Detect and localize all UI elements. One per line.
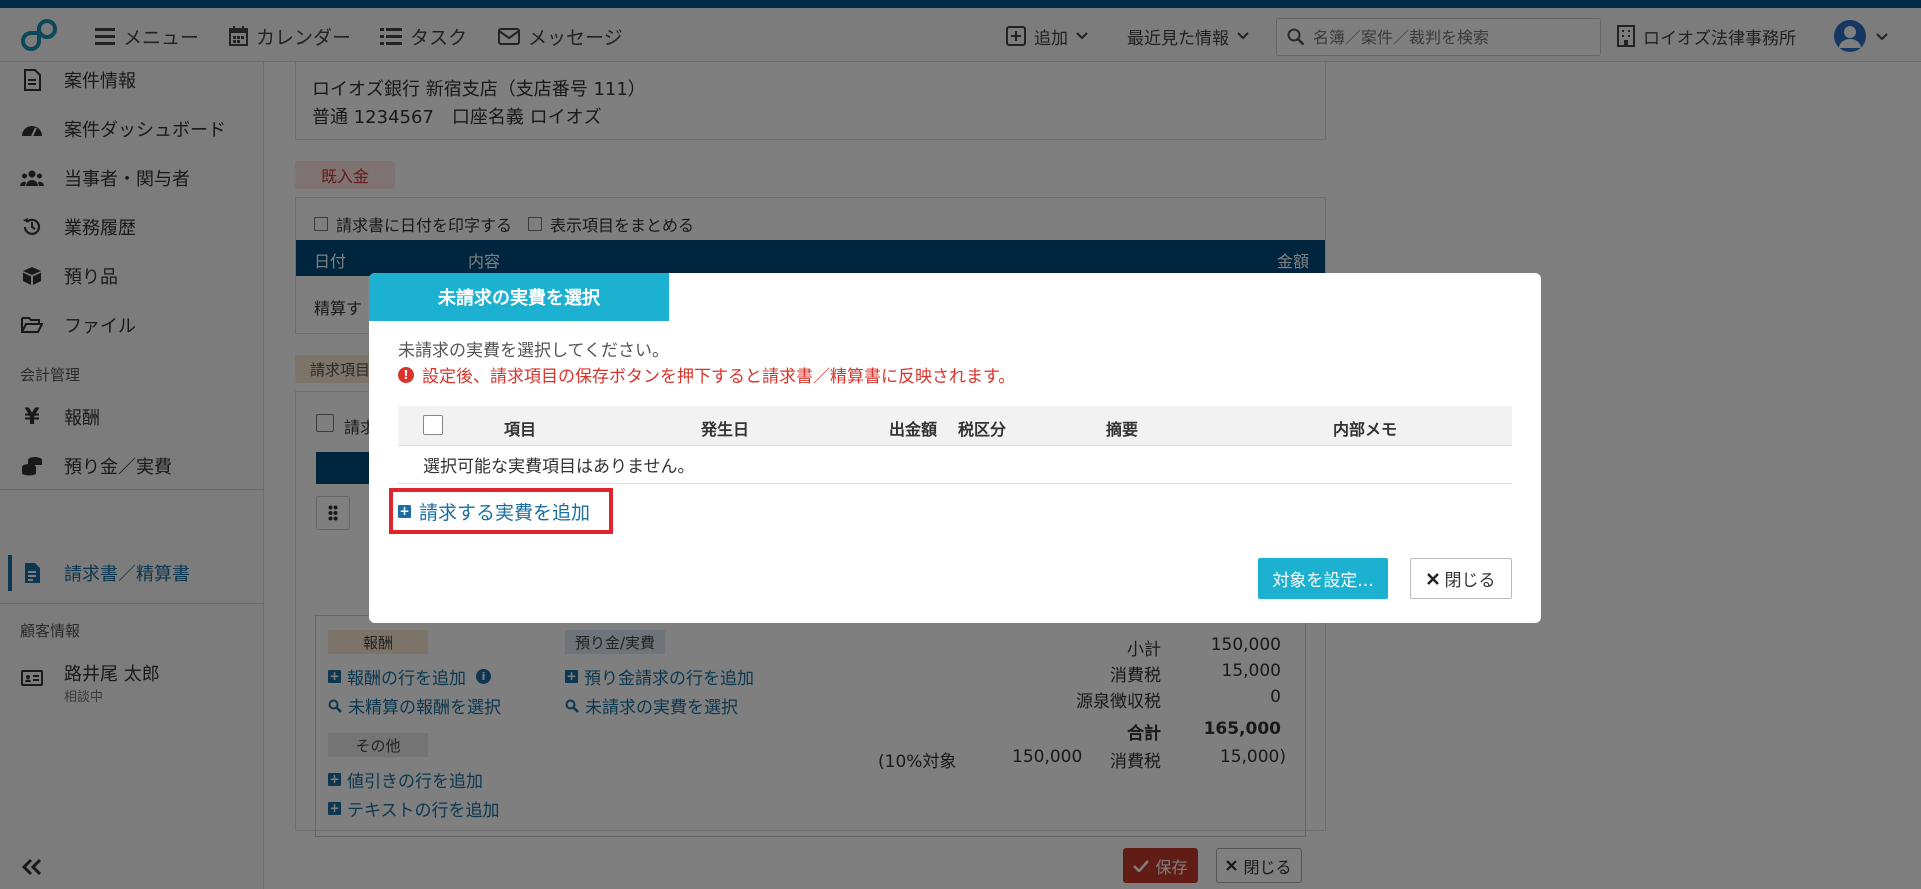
col-amount: 出金額 bbox=[889, 420, 938, 439]
plus-square-icon: + bbox=[398, 503, 411, 518]
modal-close-label: 閉じる bbox=[1444, 571, 1496, 591]
apply-selection-button[interactable]: 対象を設定... bbox=[1258, 558, 1388, 599]
modal-warning: ! 設定後、請求項目の保存ボタンを押下すると請求書／精算書に反映されます。 bbox=[398, 362, 1015, 387]
add-expense-label: 請求する実費を追加 bbox=[419, 501, 591, 524]
col-date: 発生日 bbox=[701, 420, 750, 439]
select-unbilled-expense-modal: 未請求の実費を選択 未請求の実費を選択してください。 ! 設定後、請求項目の保存… bbox=[369, 273, 1541, 623]
col-memo: 内部メモ bbox=[1333, 420, 1398, 439]
modal-title: 未請求の実費を選択 bbox=[369, 273, 669, 321]
add-expense-link[interactable]: + 請求する実費を追加 bbox=[389, 488, 613, 534]
col-tax: 税区分 bbox=[958, 420, 1007, 439]
modal-warning-text: 設定後、請求項目の保存ボタンを押下すると請求書／精算書に反映されます。 bbox=[422, 367, 1016, 387]
col-item: 項目 bbox=[504, 420, 537, 439]
expense-table-empty: 選択可能な実費項目はありません。 bbox=[398, 446, 1512, 484]
col-summary: 摘要 bbox=[1106, 420, 1139, 439]
expense-table-header: 項目 発生日 出金額 税区分 摘要 内部メモ bbox=[398, 406, 1512, 446]
select-all-checkbox[interactable] bbox=[423, 415, 443, 435]
close-icon bbox=[1426, 572, 1439, 585]
modal-description: 未請求の実費を選択してください。 bbox=[398, 341, 669, 361]
alert-icon: ! bbox=[398, 366, 414, 383]
modal-close-button[interactable]: 閉じる bbox=[1410, 558, 1512, 599]
